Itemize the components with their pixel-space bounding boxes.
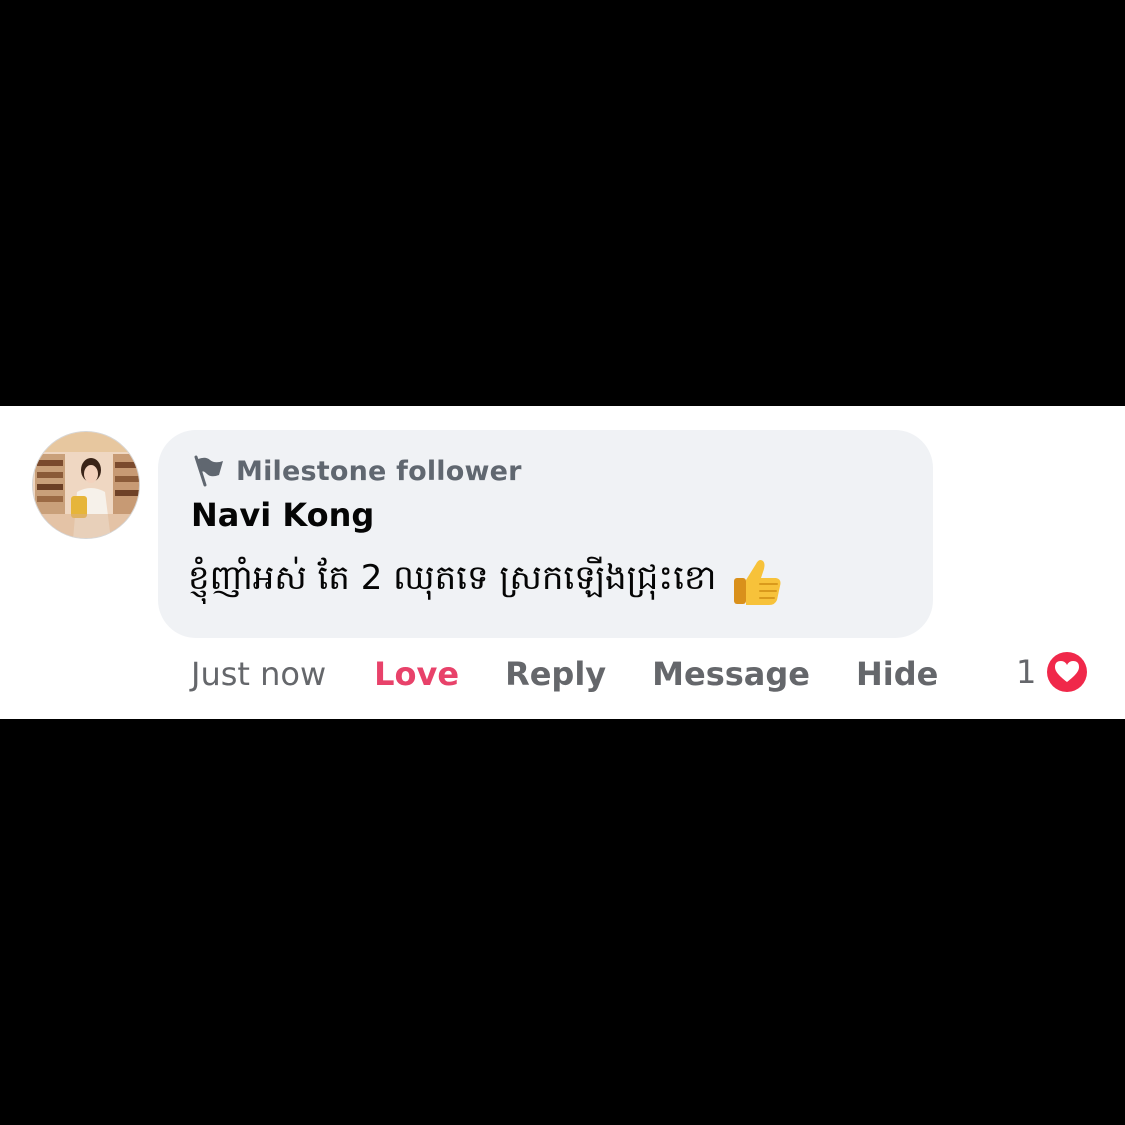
love-reaction-icon — [1044, 649, 1090, 695]
thumbs-up-icon — [730, 554, 784, 608]
reply-button[interactable]: Reply — [505, 655, 606, 693]
message-button[interactable]: Message — [652, 655, 810, 693]
avatar-image — [33, 432, 139, 538]
reaction-summary[interactable]: 1 — [1016, 648, 1090, 696]
badge-row: Milestone follower — [192, 452, 522, 490]
author-name[interactable]: Navi Kong — [191, 496, 374, 534]
timestamp[interactable]: Just now — [191, 655, 326, 693]
comment-bubble: Milestone follower Navi Kong ខ្ញុំញាំអស់… — [158, 430, 933, 638]
love-button[interactable]: Love — [374, 655, 459, 693]
hide-button[interactable]: Hide — [856, 655, 938, 693]
comment-body: ខ្ញុំញាំអស់ តែ 2 ឈុតទេ ស្រកឡើងជ្រុះខោ — [188, 554, 784, 608]
flag-icon — [192, 454, 226, 488]
badge-label: Milestone follower — [236, 455, 522, 487]
reaction-count: 1 — [1016, 653, 1037, 691]
comment-actions: Just now Love Reply Message Hide — [191, 652, 984, 696]
comment-text: ខ្ញុំញាំអស់ តែ 2 ឈុតទេ ស្រកឡើងជ្រុះខោ — [188, 558, 717, 598]
avatar[interactable] — [32, 431, 140, 539]
